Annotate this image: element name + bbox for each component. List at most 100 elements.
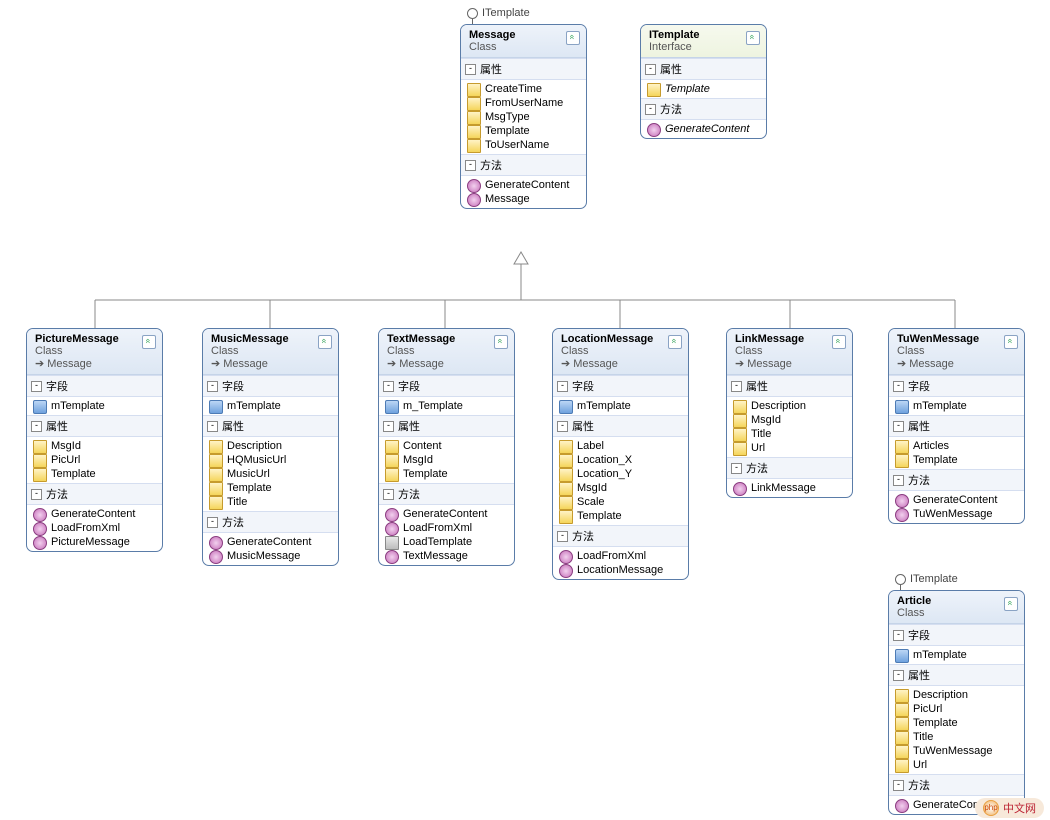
section-methods[interactable]: -方法 [379, 483, 514, 505]
section-props[interactable]: -属性 [203, 415, 338, 437]
prop: PicUrl [889, 702, 1024, 716]
name: PictureMessage [35, 333, 156, 345]
toggle-icon[interactable]: - [465, 160, 476, 171]
method: TextMessage [379, 549, 514, 563]
lollipop-itemplate-article: ITemplate [895, 573, 958, 585]
class-locationmessage[interactable]: LocationMessage Class Message -字段 mTempl… [552, 328, 689, 580]
section-methods[interactable]: -方法 [461, 154, 586, 176]
name: MusicMessage [211, 333, 332, 345]
collapse-icon[interactable] [142, 335, 156, 349]
collapse-icon[interactable] [746, 31, 760, 45]
property-icon [467, 83, 481, 97]
toggle-icon[interactable]: - [31, 381, 42, 392]
prop: Scale [553, 495, 688, 509]
toggle-icon[interactable]: - [207, 381, 218, 392]
class-musicmessage[interactable]: MusicMessage Class Message -字段 mTemplate… [202, 328, 339, 566]
toggle-icon[interactable]: - [731, 381, 742, 392]
method: GenerateContent [203, 535, 338, 549]
property-icon [559, 468, 573, 482]
toggle-icon[interactable]: - [893, 670, 904, 681]
lollipop-itemplate-message: ITemplate [467, 7, 530, 19]
section-props[interactable]: -属性 [641, 58, 766, 80]
collapse-icon[interactable] [668, 335, 682, 349]
interface-itemplate[interactable]: ITemplate Interface -属性 Template -方法 Gen… [640, 24, 767, 139]
toggle-icon[interactable]: - [557, 531, 568, 542]
section-fields[interactable]: -字段 [889, 624, 1024, 646]
section-methods[interactable]: -方法 [553, 525, 688, 547]
prop: Template [203, 481, 338, 495]
header: TuWenMessage Class Message [889, 329, 1024, 375]
section-props[interactable]: -属性 [27, 415, 162, 437]
property-icon [895, 717, 909, 731]
type: Class [897, 345, 1018, 357]
method-icon [895, 494, 909, 508]
method: LinkMessage [727, 481, 852, 495]
section-methods[interactable]: -方法 [727, 457, 852, 479]
collapse-icon[interactable] [566, 31, 580, 45]
property-icon [559, 482, 573, 496]
section-methods[interactable]: -方法 [27, 483, 162, 505]
type: Class [35, 345, 156, 357]
method: PictureMessage [27, 535, 162, 549]
section-props[interactable]: -属性 [889, 415, 1024, 437]
property-icon [895, 454, 909, 468]
section-methods[interactable]: -方法 [889, 774, 1024, 796]
field-icon [895, 400, 909, 414]
toggle-icon[interactable]: - [383, 489, 394, 500]
toggle-icon[interactable]: - [893, 421, 904, 432]
property-icon [385, 454, 399, 468]
section-methods[interactable]: -方法 [889, 469, 1024, 491]
field: mTemplate [203, 399, 338, 413]
property-icon [209, 482, 223, 496]
section-props[interactable]: -属性 [553, 415, 688, 437]
collapse-icon[interactable] [832, 335, 846, 349]
section-fields[interactable]: -字段 [27, 375, 162, 397]
toggle-icon[interactable]: - [645, 64, 656, 75]
toggle-icon[interactable]: - [383, 421, 394, 432]
section-props[interactable]: -属性 [727, 375, 852, 397]
section-fields[interactable]: -字段 [379, 375, 514, 397]
section-fields[interactable]: -字段 [889, 375, 1024, 397]
toggle-icon[interactable]: - [207, 517, 218, 528]
toggle-icon[interactable]: - [731, 463, 742, 474]
toggle-icon[interactable]: - [893, 630, 904, 641]
property-icon [733, 442, 747, 456]
section-methods[interactable]: -方法 [203, 511, 338, 533]
toggle-icon[interactable]: - [383, 381, 394, 392]
prop: Template [641, 82, 766, 96]
section-fields[interactable]: -字段 [203, 375, 338, 397]
toggle-icon[interactable]: - [893, 780, 904, 791]
class-message[interactable]: Message Class -属性 CreateTime FromUserNam… [460, 24, 587, 209]
header: PictureMessage Class Message [27, 329, 162, 375]
toggle-icon[interactable]: - [893, 475, 904, 486]
collapse-icon[interactable] [1004, 335, 1018, 349]
class-textmessage[interactable]: TextMessage Class Message -字段 m_Template… [378, 328, 515, 566]
class-linkmessage[interactable]: LinkMessage Class Message -属性 Descriptio… [726, 328, 853, 498]
property-icon [209, 440, 223, 454]
toggle-icon[interactable]: - [31, 489, 42, 500]
collapse-icon[interactable] [494, 335, 508, 349]
prop: Content [379, 439, 514, 453]
header: LocationMessage Class Message [553, 329, 688, 375]
watermark-text: 中文网 [1003, 800, 1036, 816]
property-icon [895, 759, 909, 773]
toggle-icon[interactable]: - [465, 64, 476, 75]
toggle-icon[interactable]: - [557, 421, 568, 432]
toggle-icon[interactable]: - [645, 104, 656, 115]
toggle-icon[interactable]: - [557, 381, 568, 392]
class-article[interactable]: Article Class -字段 mTemplate -属性 Descript… [888, 590, 1025, 815]
section-props[interactable]: -属性 [889, 664, 1024, 686]
class-picturemessage[interactable]: PictureMessage Class Message -字段 mTempla… [26, 328, 163, 552]
class-tuwenmessage[interactable]: TuWenMessage Class Message -字段 mTemplate… [888, 328, 1025, 524]
collapse-icon[interactable] [318, 335, 332, 349]
toggle-icon[interactable]: - [31, 421, 42, 432]
collapse-icon[interactable] [1004, 597, 1018, 611]
toggle-icon[interactable]: - [893, 381, 904, 392]
prop: Template [889, 453, 1024, 467]
toggle-icon[interactable]: - [207, 421, 218, 432]
section-props[interactable]: -属性 [461, 58, 586, 80]
section-props[interactable]: -属性 [379, 415, 514, 437]
section-fields[interactable]: -字段 [553, 375, 688, 397]
property-icon [33, 440, 47, 454]
section-methods[interactable]: -方法 [641, 98, 766, 120]
